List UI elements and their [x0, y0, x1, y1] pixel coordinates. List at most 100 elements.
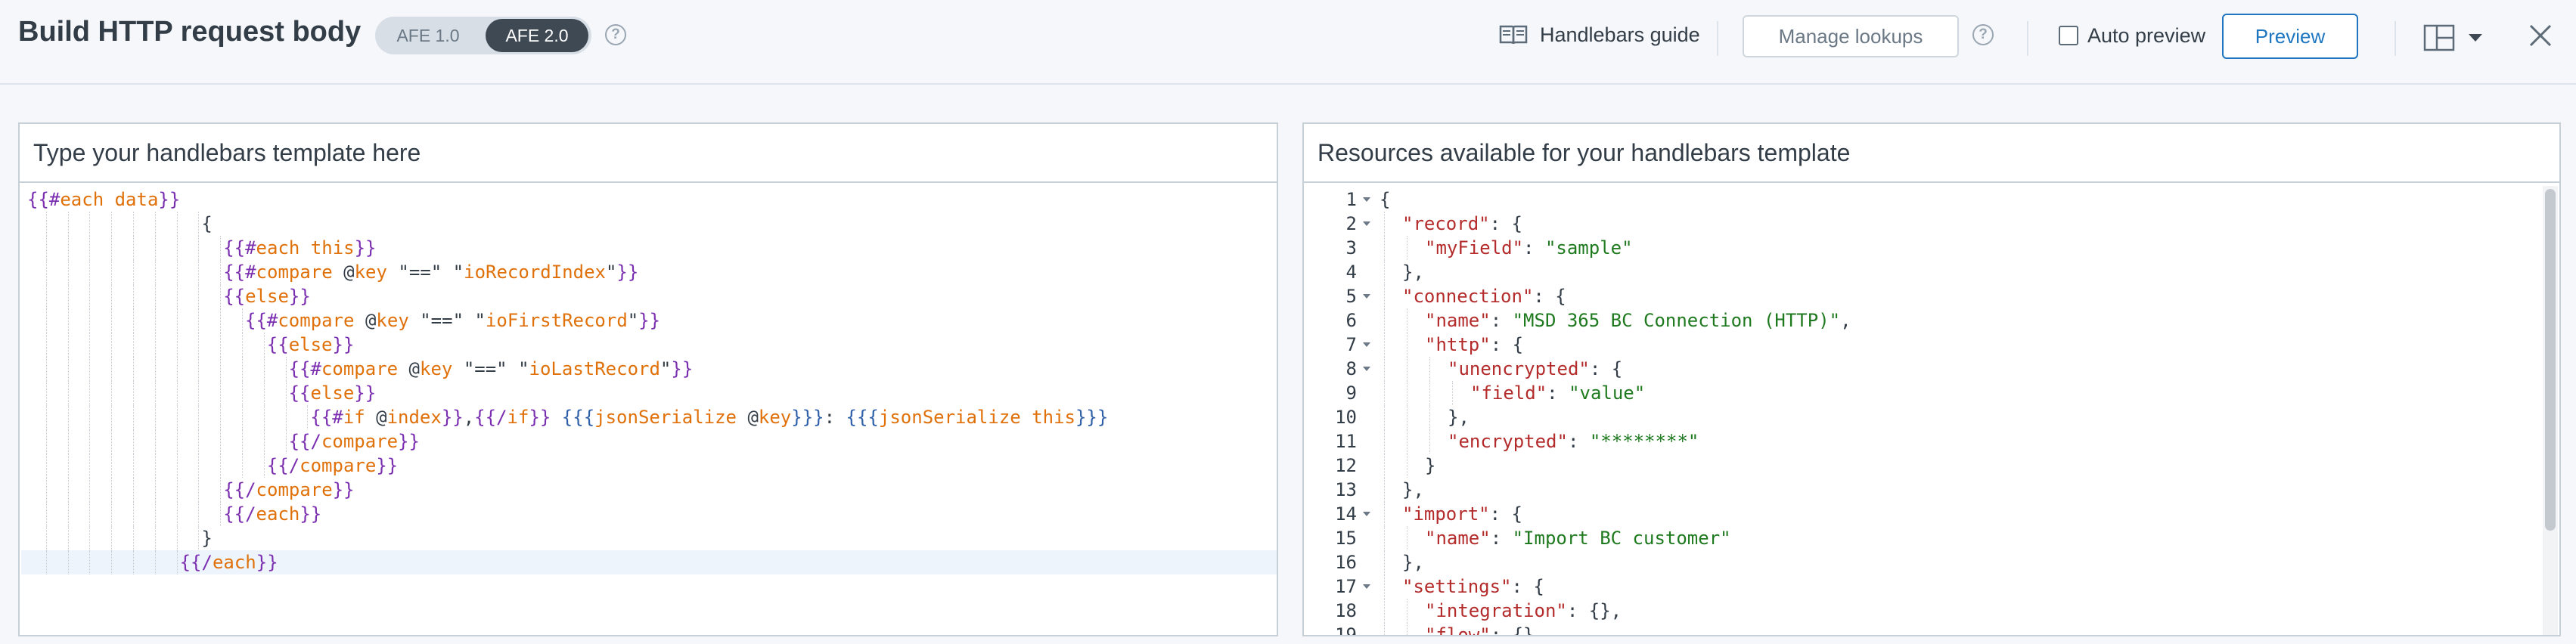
indent-guide [220, 333, 222, 357]
indent-guide [198, 526, 200, 550]
json-line: }, [1448, 405, 1470, 429]
layout-toggle-button[interactable] [2423, 23, 2484, 53]
indent-guide [1384, 381, 1385, 405]
indent-guide [176, 357, 178, 381]
json-token: "myField" [1425, 237, 1524, 259]
code-token: : [824, 407, 846, 428]
auto-preview-label[interactable]: Auto preview [2087, 23, 2205, 48]
help-circle-icon[interactable]: ? [1972, 24, 1994, 45]
code-token: {{/ [223, 479, 256, 500]
help-circle-icon[interactable]: ? [605, 24, 626, 45]
json-token: "name" [1425, 528, 1491, 549]
indent-guide [198, 429, 200, 454]
code-token: each [256, 503, 300, 525]
code-token: }} [158, 189, 181, 210]
json-token: : { [1489, 503, 1522, 525]
code-token: "==" " [386, 262, 464, 283]
json-token: { [1380, 189, 1391, 210]
indent-guide [45, 260, 47, 284]
code-token: }} [332, 334, 355, 355]
code-line: {{#compare @key "==" "ioFirstRecord"}} [245, 308, 660, 333]
code-token: }} [671, 358, 694, 379]
indent-guide [263, 357, 265, 381]
indent-guide [176, 260, 178, 284]
code-token: key [420, 358, 453, 379]
close-button[interactable] [2528, 23, 2553, 48]
code-token: }}} [791, 407, 824, 428]
resources-scrollbar[interactable] [2543, 186, 2558, 635]
json-token: }, [1402, 262, 1424, 283]
template-editor[interactable]: {{#each data}}{{{#each this}} {{#compare … [20, 184, 1277, 635]
json-token: : { [1533, 286, 1566, 307]
code-token: @ [737, 407, 759, 428]
auto-preview-checkbox[interactable] [2059, 26, 2078, 45]
indent-guide [242, 357, 243, 381]
code-token: if [343, 407, 365, 428]
code-token: }} [616, 262, 639, 283]
indent-guide [111, 502, 113, 526]
indent-guide [198, 284, 200, 308]
fold-toggle-icon[interactable] [1363, 221, 1370, 226]
indent-guide [1452, 381, 1453, 405]
afe-version-toggle[interactable]: AFE 1.0 AFE 2.0 [375, 17, 591, 54]
json-line: "http": { [1425, 333, 1523, 357]
line-number: 19 [1335, 624, 1357, 635]
fold-toggle-icon[interactable] [1363, 512, 1370, 516]
handlebars-guide-link[interactable]: Handlebars guide [1499, 18, 1700, 51]
indent-guide [176, 454, 178, 478]
indent-guide [263, 405, 265, 429]
indent-guide [154, 357, 156, 381]
indent-guide [1429, 405, 1430, 429]
scrollbar-thumb[interactable] [2545, 189, 2556, 531]
json-token: : { [1511, 576, 1544, 597]
fold-toggle-icon[interactable] [1363, 294, 1370, 299]
line-number: 8 [1345, 358, 1357, 379]
json-token: "flow" [1425, 624, 1491, 635]
indent-guide [45, 478, 47, 502]
resources-editor[interactable]: 1{2 "record": {3 "myField": "sample" 4}, 5 "c… [1304, 184, 2541, 635]
indent-guide [220, 454, 222, 478]
fold-toggle-icon[interactable] [1363, 367, 1370, 371]
indent-guide [176, 284, 178, 308]
indent-guide [154, 212, 156, 236]
json-line: "import": { [1402, 502, 1522, 526]
divider [2027, 21, 2028, 56]
indent-guide [154, 478, 156, 502]
afe-1-option[interactable]: AFE 1.0 [378, 19, 478, 52]
divider [2394, 21, 2396, 56]
indent-guide [154, 333, 156, 357]
indent-guide [1384, 526, 1385, 550]
json-line: "flow": {}, [1425, 623, 1545, 635]
indent-guide [220, 284, 222, 308]
indent-guide [263, 429, 265, 454]
indent-guide [285, 429, 287, 454]
indent-guide [45, 381, 47, 405]
afe-2-option[interactable]: AFE 2.0 [486, 19, 588, 52]
indent-guide [67, 308, 69, 333]
code-token: {{{ [846, 407, 879, 428]
indent-guide [154, 260, 156, 284]
line-number: 15 [1335, 528, 1357, 549]
indent-guide [133, 405, 134, 429]
fold-toggle-icon[interactable] [1363, 584, 1370, 589]
indent-guide [154, 550, 156, 574]
indent-guide [133, 454, 134, 478]
json-line: "encrypted": "********" [1448, 429, 1699, 454]
code-token: key [354, 262, 387, 283]
indent-guide [89, 405, 91, 429]
indent-guide [220, 260, 222, 284]
indent-guide [1384, 236, 1385, 260]
fold-toggle-icon[interactable] [1363, 197, 1370, 202]
indent-guide [111, 429, 113, 454]
indent-guide [89, 284, 91, 308]
json-token: "********" [1589, 431, 1699, 452]
indent-guide [111, 236, 113, 260]
fold-toggle-icon[interactable] [1363, 342, 1370, 347]
indent-guide [176, 381, 178, 405]
json-token: "encrypted" [1448, 431, 1568, 452]
indent-guide [111, 381, 113, 405]
manage-lookups-button[interactable]: Manage lookups [1743, 15, 1959, 57]
preview-button[interactable]: Preview [2222, 14, 2358, 59]
indent-guide [67, 429, 69, 454]
indent-guide [133, 333, 134, 357]
